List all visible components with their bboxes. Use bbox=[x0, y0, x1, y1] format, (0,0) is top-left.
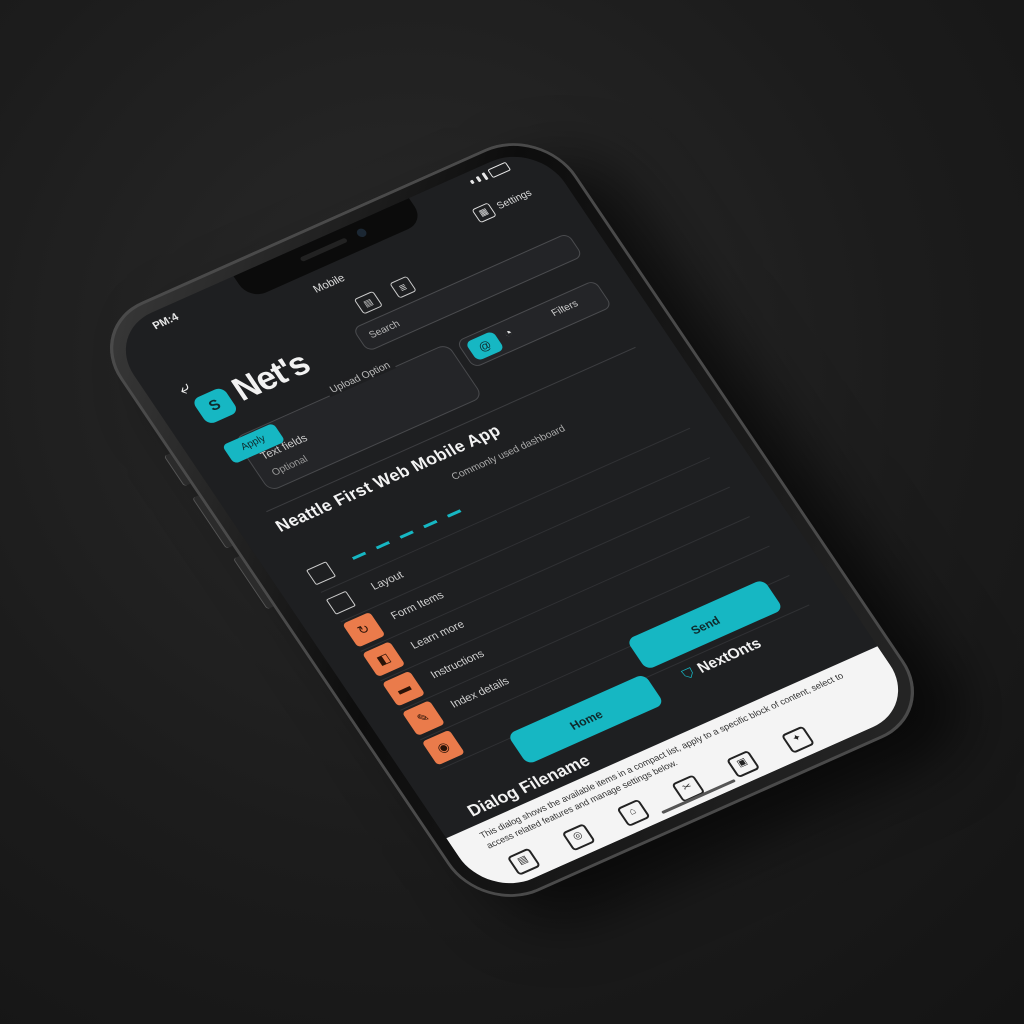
phone-screen: PM:4 Mobile ▦ Settings ⤶ S Net's ▤ ≣ Sea… bbox=[105, 141, 919, 899]
shield-icon: ⛉ bbox=[678, 664, 698, 683]
tools-label[interactable]: Settings bbox=[495, 187, 534, 211]
scene: PM:4 Mobile ▦ Settings ⤶ S Net's ▤ ≣ Sea… bbox=[0, 0, 1024, 1024]
apps-icon[interactable]: ▦ bbox=[471, 202, 497, 224]
signal-icon bbox=[469, 179, 475, 185]
status-time: PM:4 bbox=[150, 311, 182, 333]
list-tool-button[interactable]: ≣ bbox=[388, 275, 417, 299]
front-camera bbox=[354, 227, 369, 239]
list-item-label: Layout bbox=[368, 569, 406, 593]
nav-files-icon[interactable]: ▤ bbox=[506, 847, 542, 876]
top-title: Mobile bbox=[311, 272, 348, 296]
nav-home-icon[interactable]: ⌂ bbox=[616, 798, 651, 828]
phone-wrap: PM:4 Mobile ▦ Settings ⤶ S Net's ▤ ≣ Sea… bbox=[84, 123, 940, 917]
nav-sparkle-icon[interactable]: ✦ bbox=[780, 725, 816, 754]
nav-gallery-icon[interactable]: ▣ bbox=[725, 749, 761, 779]
logo-icon: S bbox=[191, 386, 240, 426]
toggle-off-button[interactable]: ◔ bbox=[500, 325, 516, 341]
battery-icon bbox=[487, 161, 512, 179]
mute-switch bbox=[163, 453, 191, 487]
signal-icon bbox=[481, 172, 489, 181]
grid-tool-button[interactable]: ▤ bbox=[353, 290, 383, 315]
phone-body: PM:4 Mobile ▦ Settings ⤶ S Net's ▤ ≣ Sea… bbox=[84, 123, 940, 917]
speaker bbox=[299, 237, 349, 262]
status-icons bbox=[468, 161, 512, 187]
nav-camera-icon[interactable]: ◎ bbox=[561, 823, 596, 852]
filters-label[interactable]: Filters bbox=[549, 299, 580, 319]
signal-icon bbox=[475, 175, 482, 183]
folder-icon bbox=[305, 561, 337, 586]
back-button[interactable]: ⤶ bbox=[174, 377, 195, 399]
document-icon bbox=[325, 590, 357, 615]
toggle-on-button[interactable]: @ bbox=[464, 330, 505, 362]
